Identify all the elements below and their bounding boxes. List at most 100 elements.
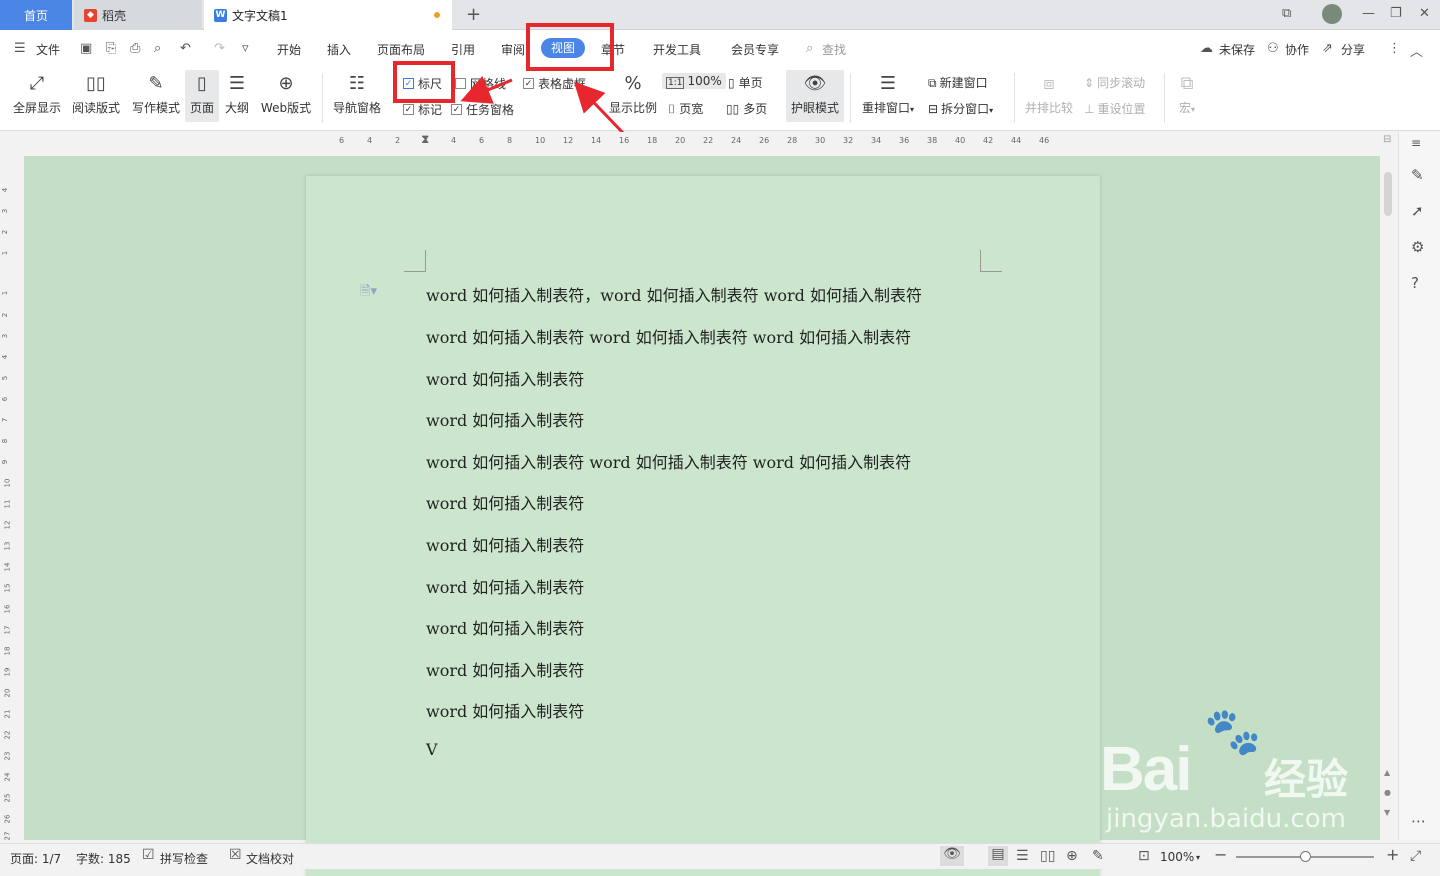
vertical-scrollbar[interactable]: ⊟ ▲ ● ▼: [1380, 132, 1396, 840]
help-icon[interactable]: ?: [1411, 274, 1419, 292]
reading-view-status-icon[interactable]: ▯▯: [1040, 848, 1055, 864]
document-line[interactable]: word 如何插入制表符: [426, 657, 584, 681]
vertical-ruler-tick-label: 22: [3, 730, 12, 740]
vertical-ruler-tick-label: 16: [3, 604, 12, 614]
sidebar-menu-icon[interactable]: ≡: [1411, 136, 1421, 150]
ruler-tick-label: 16: [619, 136, 630, 145]
horizontal-ruler[interactable]: 6 4 2 2 4 6 8 10 12 14 16 18 20 22 24 26 28 30 32 34 36 38 40 4…: [24, 132, 1380, 156]
vertical-ruler-tick-label: 18: [3, 646, 12, 656]
fit-page-icon[interactable]: ⊡: [1138, 848, 1150, 864]
ruler-tick-label: 24: [731, 136, 742, 145]
zoom-level[interactable]: 100%: [1160, 850, 1194, 864]
ruler-tick-label: 14: [591, 136, 602, 145]
vertical-ruler-tick-label: 24: [3, 772, 12, 782]
fullscreen-status-icon[interactable]: ⤢: [1410, 848, 1421, 864]
vertical-ruler-tick-label: 27: [3, 831, 12, 841]
document-line[interactable]: word 如何插入制表符: [426, 366, 584, 390]
vertical-ruler-tick-label: 4: [1, 354, 10, 360]
web-view-status-icon[interactable]: ⊕: [1066, 848, 1078, 864]
vertical-ruler-tick-label: 4: [1, 187, 10, 193]
ruler-tick-label: 32: [843, 136, 854, 145]
ruler-tick-label: 28: [787, 136, 798, 145]
ruler-tick-label: 44: [1011, 136, 1022, 145]
vertical-ruler-tick-label: 2: [1, 312, 10, 318]
ruler-tick-label: 18: [647, 136, 658, 145]
baidu-watermark: Bai 🐾 经验 jingyan.baidu.com: [1100, 704, 1400, 842]
ruler-tick-label: 20: [675, 136, 686, 145]
margin-corner-top-left: [404, 250, 426, 272]
scrollbar-thumb[interactable]: [1384, 172, 1392, 216]
document-line[interactable]: word 如何插入制表符: [426, 407, 584, 431]
settings-sliders-icon[interactable]: ⚙: [1411, 238, 1424, 256]
ruler-tick-label: 2: [395, 136, 401, 145]
arrow-to-ruler: [460, 75, 513, 104]
ruler-tick-label: 38: [927, 136, 938, 145]
word-count[interactable]: 字数: 185: [76, 850, 131, 867]
ruler-tick-label: 34: [871, 136, 882, 145]
vertical-ruler-tick-label: 12: [3, 520, 12, 530]
scroll-up-arrow-icon[interactable]: ▲: [1384, 768, 1390, 777]
vertical-ruler-tick-label: 17: [3, 625, 12, 635]
document-line[interactable]: word 如何插入制表符: [426, 490, 584, 514]
document-page[interactable]: 🗎▾ word 如何插入制表符，word 如何插入制表符 word 如何插入制表…: [306, 176, 1100, 876]
vertical-ruler-tick-label: 3: [1, 333, 10, 339]
ruler-tick-label: 46: [1039, 136, 1050, 145]
ruler-tick-label: 12: [563, 136, 574, 145]
zoom-in-icon[interactable]: +: [1386, 845, 1399, 864]
ruler-tick-label: 10: [535, 136, 546, 145]
watermark-url: jingyan.baidu.com: [1106, 804, 1346, 834]
right-sidebar: ≡ ✎ ➚ ⚙ ? ⋯: [1398, 132, 1440, 840]
ruler-tick-label: 36: [899, 136, 910, 145]
document-line[interactable]: word 如何插入制表符: [426, 532, 584, 556]
cursor-select-icon[interactable]: ➚: [1411, 202, 1424, 220]
document-line[interactable]: word 如何插入制表符: [426, 574, 584, 598]
edit-pen-icon[interactable]: ✎: [1411, 166, 1424, 184]
vertical-ruler-tick-label: 15: [3, 583, 12, 593]
page-count[interactable]: 页面: 1/7: [10, 850, 61, 867]
zoom-slider-handle[interactable]: [1300, 851, 1311, 862]
paw-logo-icon: 🐾: [1204, 704, 1262, 758]
vertical-ruler-tick-label: 2: [1, 229, 10, 235]
document-line[interactable]: word 如何插入制表符: [426, 698, 584, 722]
select-browse-object-icon[interactable]: ●: [1384, 788, 1391, 797]
vertical-ruler-tick-label: 3: [1, 208, 10, 214]
ruler-tick-label: 8: [507, 136, 513, 145]
vertical-ruler-tick-label: 14: [3, 562, 12, 572]
ruler-tick-label: 26: [759, 136, 770, 145]
document-line[interactable]: word 如何插入制表符 word 如何插入制表符 word 如何插入制表符: [426, 324, 911, 348]
more-icon[interactable]: ⋯: [1411, 812, 1426, 830]
vertical-ruler-tick-label: 25: [3, 793, 12, 803]
margin-corner-top-right: [980, 250, 1002, 272]
eye-mode-status-icon[interactable]: 👁: [940, 846, 964, 866]
ruler-tick-label: 6: [479, 136, 485, 145]
document-line[interactable]: word 如何插入制表符，word 如何插入制表符 word 如何插入制表符: [426, 282, 922, 306]
zoom-out-icon[interactable]: −: [1214, 845, 1227, 864]
vertical-ruler-tick-label: 20: [3, 688, 12, 698]
vertical-ruler-tick-label: 9: [1, 459, 10, 465]
vertical-ruler[interactable]: 4 3 2 1 1 2 3 4 5 6 7 8 9 10 11 12 13 14 15 16 17 18 19 20 21 22 2…: [0, 156, 18, 840]
zoom-dropdown-icon[interactable]: ▾: [1196, 853, 1200, 862]
ruler-tick-label: 30: [815, 136, 826, 145]
vertical-ruler-tick-label: 10: [3, 478, 12, 488]
paragraph-menu-icon[interactable]: 🗎▾: [360, 282, 377, 304]
document-line[interactable]: V: [426, 740, 438, 759]
ruler-tick-label: 42: [983, 136, 994, 145]
page-view-status-icon[interactable]: ▤: [988, 846, 1008, 866]
outline-view-status-icon[interactable]: ☰: [1016, 848, 1029, 864]
vertical-ruler-tick-label: 21: [3, 709, 12, 719]
vertical-ruler-tick-label: 11: [3, 499, 12, 509]
watermark-brand: Bai: [1100, 735, 1192, 804]
vertical-ruler-tick-label: 13: [3, 541, 12, 551]
ruler-tick-label: 6: [339, 136, 345, 145]
scroll-down-arrow-icon[interactable]: ▼: [1384, 808, 1390, 817]
writing-mode-status-icon[interactable]: ✎: [1092, 848, 1104, 864]
watermark-brand-cn: 经验: [1264, 755, 1349, 804]
document-line[interactable]: word 如何插入制表符 word 如何插入制表符 word 如何插入制表符: [426, 449, 911, 473]
indent-marker-icon[interactable]: ⧗: [421, 132, 429, 147]
split-view-icon[interactable]: ⊟: [1383, 134, 1391, 145]
document-line[interactable]: word 如何插入制表符: [426, 615, 584, 639]
spell-check-button[interactable]: 拼写检查: [160, 850, 208, 867]
proofread-button[interactable]: 文档校对: [246, 850, 294, 867]
vertical-ruler-tick-label: 23: [3, 751, 12, 761]
vertical-ruler-tick-label: 1: [1, 250, 10, 256]
